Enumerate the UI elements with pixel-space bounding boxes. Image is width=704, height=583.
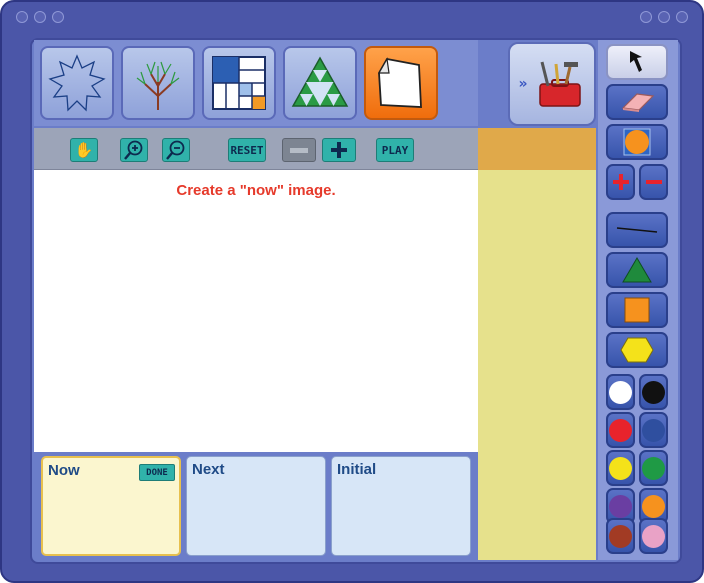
window-button-right-3[interactable] — [676, 11, 688, 23]
blank-page-icon — [377, 57, 422, 108]
color-swatch — [609, 494, 632, 518]
frame-now-label: Now — [48, 462, 80, 479]
color-red[interactable] — [606, 412, 635, 448]
hexagon-tool[interactable] — [606, 332, 668, 368]
window-button-zoom[interactable] — [52, 11, 64, 23]
thumb-custom-page[interactable] — [364, 46, 438, 120]
tree-branches-icon — [136, 61, 180, 110]
tools-palette — [598, 40, 678, 560]
red-plus-icon — [612, 174, 629, 190]
play-button[interactable]: PLAY — [376, 138, 414, 162]
window-button-close[interactable] — [16, 11, 28, 23]
color-swatch — [642, 380, 665, 404]
zoom-out-icon — [166, 140, 185, 160]
thumb-tree[interactable] — [121, 46, 195, 120]
triangle-icon — [622, 257, 652, 283]
color-swatch — [642, 524, 665, 548]
hexagon-icon — [620, 337, 654, 363]
window-button-right-2[interactable] — [658, 11, 670, 23]
color-white[interactable] — [606, 374, 635, 410]
window-button-minimize[interactable] — [34, 11, 46, 23]
frame-next-label: Next — [192, 461, 225, 478]
color-swatch — [609, 456, 632, 480]
triangle-tool[interactable] — [606, 252, 668, 288]
color-dark-blue[interactable] — [639, 412, 668, 448]
instruction-text: Create a "now" image. — [176, 182, 336, 199]
reset-button[interactable]: RESET — [228, 138, 266, 162]
circle-in-square-icon — [623, 128, 651, 156]
square-tool[interactable] — [606, 292, 668, 328]
decrement-button[interactable] — [282, 138, 316, 162]
plus-icon — [331, 142, 347, 158]
thumb-snowflake[interactable] — [40, 46, 114, 120]
drawing-canvas[interactable]: Create a "now" image. — [34, 170, 478, 452]
zoom-out-button[interactable] — [162, 138, 190, 162]
title-bar — [2, 2, 702, 30]
line-icon — [616, 227, 658, 233]
color-black[interactable] — [639, 374, 668, 410]
square-grid-icon — [212, 56, 266, 110]
frame-next[interactable]: Next — [186, 456, 326, 556]
triangle-fractal-icon — [291, 56, 349, 107]
color-swatch — [609, 418, 632, 442]
increment-button[interactable] — [322, 138, 356, 162]
select-tool[interactable] — [606, 44, 668, 80]
color-swatch — [609, 380, 632, 404]
frame-now[interactable]: Now DONE — [41, 456, 181, 556]
done-button[interactable]: DONE — [139, 464, 175, 481]
side-column-header — [478, 128, 596, 170]
frame-initial[interactable]: Initial — [331, 456, 471, 556]
thumb-sierpinski[interactable] — [283, 46, 357, 120]
side-column — [478, 128, 596, 560]
toolbox-button[interactable]: » — [508, 42, 596, 126]
pan-button[interactable]: ✋ — [70, 138, 98, 162]
color-swatch — [642, 494, 665, 518]
color-yellow[interactable] — [606, 450, 635, 486]
zoom-in-button[interactable] — [120, 138, 148, 162]
eraser-icon — [621, 93, 655, 112]
double-chevron-icon: » — [518, 76, 528, 92]
snowflake-outline-icon — [48, 54, 106, 112]
color-swatch — [609, 524, 632, 548]
add-button[interactable] — [606, 164, 635, 200]
circle-tool[interactable] — [606, 124, 668, 160]
color-pink[interactable] — [639, 518, 668, 554]
minus-icon — [290, 147, 308, 153]
thumb-square-grid[interactable] — [202, 46, 276, 120]
square-icon — [624, 297, 650, 323]
frame-strip: Now DONE Next Initial — [34, 452, 478, 560]
frame-initial-label: Initial — [337, 461, 377, 478]
toolbox-icon — [538, 61, 581, 107]
arrow-select-icon — [630, 51, 642, 72]
color-swatch — [642, 456, 665, 480]
eraser-tool[interactable] — [606, 84, 668, 120]
hand-icon: ✋ — [74, 141, 94, 159]
remove-button[interactable] — [639, 164, 668, 200]
fractal-selector-bar — [34, 40, 478, 126]
window-button-right-1[interactable] — [640, 11, 652, 23]
red-minus-icon — [645, 180, 662, 184]
color-brown[interactable] — [606, 518, 635, 554]
playback-toolbar: ✋ RESET PLAY — [34, 128, 478, 170]
line-tool[interactable] — [606, 212, 668, 248]
color-swatch — [642, 418, 665, 442]
zoom-in-icon — [124, 140, 143, 160]
color-green[interactable] — [639, 450, 668, 486]
